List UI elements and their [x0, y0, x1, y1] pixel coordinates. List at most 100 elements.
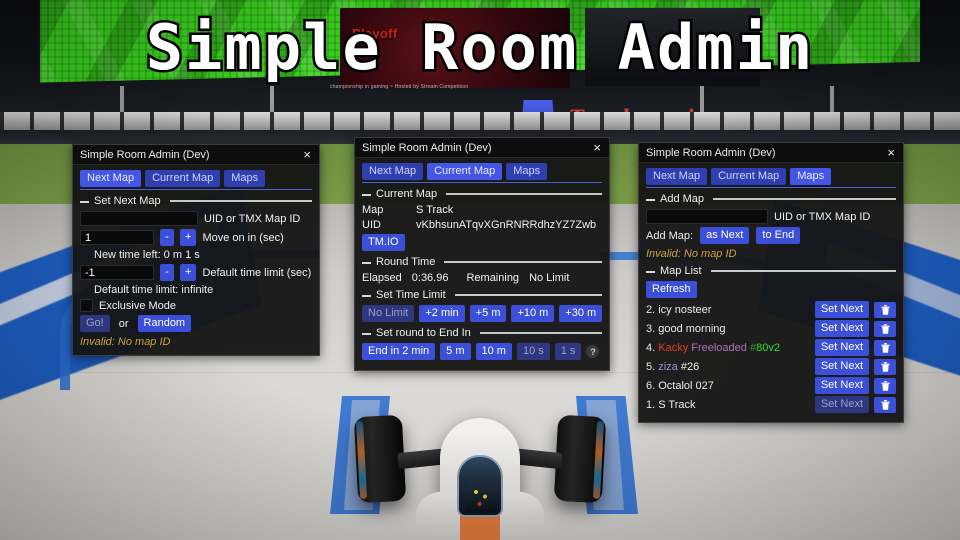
end-in-10m-button[interactable]: 10 m — [475, 343, 512, 360]
time-limit-plus5-button[interactable]: +5 m — [469, 305, 507, 322]
tmio-button[interactable]: TM.IO — [362, 234, 405, 251]
close-icon[interactable]: × — [301, 148, 313, 161]
section-map-list[interactable]: Map List — [646, 265, 896, 277]
window-next-map[interactable]: Simple Room Admin (Dev) × Next Map Curre… — [72, 144, 320, 356]
uid-input[interactable] — [646, 209, 768, 224]
window-maps[interactable]: Simple Room Admin (Dev) × Next Map Curre… — [638, 142, 904, 423]
end-in-5m-button[interactable]: 5 m — [440, 343, 471, 360]
add-map-row: Add Map: as Next to End — [646, 227, 896, 244]
time-limit-plus10-button[interactable]: +10 m — [511, 305, 555, 322]
close-icon[interactable]: × — [591, 141, 603, 154]
collapse-icon[interactable] — [362, 261, 371, 264]
exclusive-mode-checkbox[interactable] — [80, 299, 93, 312]
collapse-icon[interactable] — [362, 193, 371, 196]
collapse-icon[interactable] — [362, 294, 371, 297]
section-add-map[interactable]: Add Map — [646, 193, 896, 205]
refresh-button[interactable]: Refresh — [646, 281, 697, 298]
move-on-label: Move on in (sec) — [202, 231, 284, 244]
trash-icon[interactable] — [874, 377, 896, 394]
collapse-icon[interactable] — [362, 332, 371, 335]
window-titlebar[interactable]: Simple Room Admin (Dev) × — [73, 145, 319, 165]
trash-icon[interactable] — [874, 396, 896, 413]
time-limit-plus30-button[interactable]: +30 m — [559, 305, 603, 322]
map-name-part: ziza — [658, 360, 681, 373]
section-current-map[interactable]: Current Map — [362, 188, 602, 200]
set-next-button[interactable]: Set Next — [814, 320, 869, 337]
window-current-map[interactable]: Simple Room Admin (Dev) × Next Map Curre… — [354, 137, 610, 371]
set-next-button[interactable]: Set Next — [814, 358, 869, 375]
uid-input[interactable] — [80, 211, 198, 226]
collapse-icon[interactable] — [80, 200, 89, 203]
close-icon[interactable]: × — [885, 146, 897, 159]
section-label: Current Map — [376, 188, 438, 200]
tab-current-map[interactable]: Current Map — [145, 170, 221, 187]
window-title-text: Simple Room Admin (Dev) — [362, 141, 492, 154]
tab-current-map[interactable]: Current Map — [711, 168, 787, 185]
section-set-round-end[interactable]: Set round to End In — [362, 327, 602, 339]
window-titlebar[interactable]: Simple Room Admin (Dev) × — [355, 138, 609, 158]
map-list: 2. icy nosteer Set Next 3. good morning Set… — [646, 301, 896, 413]
help-icon[interactable]: ? — [586, 345, 600, 358]
end-in-2min-button[interactable]: End in 2 min — [362, 343, 436, 360]
set-next-button[interactable]: Set Next — [814, 396, 869, 413]
section-set-time-limit[interactable]: Set Time Limit — [362, 289, 602, 301]
section-rule — [444, 261, 602, 263]
tab-next-map[interactable]: Next Map — [80, 170, 142, 187]
window-title-text: Simple Room Admin (Dev) — [80, 148, 210, 161]
tab-next-map[interactable]: Next Map — [362, 163, 424, 180]
trash-icon[interactable] — [874, 358, 896, 375]
go-row: Go! or Random — [80, 315, 312, 332]
section-rule — [710, 270, 896, 272]
trash-icon[interactable] — [874, 320, 896, 337]
exclusive-mode-row[interactable]: Exclusive Mode — [80, 299, 312, 312]
end-in-1s-button[interactable]: 1 s — [554, 343, 582, 360]
add-to-end-button[interactable]: to End — [756, 227, 801, 244]
jumbotron-dark-screen — [585, 8, 760, 86]
tab-bar: Next Map Current Map Maps — [362, 163, 602, 183]
random-button[interactable]: Random — [137, 315, 192, 332]
section-rule — [446, 193, 602, 195]
add-as-next-button[interactable]: as Next — [700, 227, 750, 244]
tab-maps[interactable]: Maps — [506, 163, 548, 180]
time-limit-button-row: No Limit +2 min +5 m +10 m +30 m — [362, 305, 603, 322]
map-name-part: icy nosteer — [658, 303, 712, 316]
uid-input-label: UID or TMX Map ID — [774, 210, 871, 223]
collapse-icon[interactable] — [646, 270, 655, 273]
map-index: 6. — [646, 379, 659, 392]
set-next-button[interactable]: Set Next — [814, 301, 869, 318]
section-label: Map List — [660, 265, 702, 277]
default-limit-decrement-button[interactable]: - — [160, 264, 174, 281]
tab-next-map[interactable]: Next Map — [646, 168, 708, 185]
status-message: Invalid: No map ID — [646, 248, 737, 260]
window-titlebar[interactable]: Simple Room Admin (Dev) × — [639, 143, 903, 163]
set-next-button[interactable]: Set Next — [814, 377, 869, 394]
map-key: Map — [362, 204, 384, 216]
go-button[interactable]: Go! — [80, 315, 110, 332]
default-limit-input[interactable]: -1 — [80, 265, 154, 280]
move-on-decrement-button[interactable]: - — [160, 229, 174, 246]
collapse-icon[interactable] — [646, 198, 655, 201]
end-in-10s-button[interactable]: 10 s — [516, 343, 550, 360]
section-label: Set Next Map — [94, 195, 161, 207]
tab-maps[interactable]: Maps — [790, 168, 832, 185]
set-next-button[interactable]: Set Next — [814, 339, 869, 356]
section-set-next-map[interactable]: Set Next Map — [80, 195, 312, 207]
map-list-row: 6. Octalol 027 Set Next — [646, 377, 896, 394]
jumbotron-red-screen — [340, 8, 570, 88]
move-on-input[interactable]: 1 — [80, 230, 154, 245]
trash-icon[interactable] — [874, 339, 896, 356]
time-limit-no-limit-button[interactable]: No Limit — [362, 305, 415, 322]
uid-input-row: UID or TMX Map ID — [80, 211, 312, 226]
tab-current-map[interactable]: Current Map — [427, 163, 503, 180]
tab-maps[interactable]: Maps — [224, 170, 266, 187]
trash-icon[interactable] — [874, 301, 896, 318]
time-limit-plus2-button[interactable]: +2 min — [419, 305, 465, 322]
move-on-increment-button[interactable]: + — [180, 229, 197, 246]
section-round-time[interactable]: Round Time — [362, 256, 602, 268]
map-list-row: 2. icy nosteer Set Next — [646, 301, 896, 318]
elapsed-key: Elapsed — [362, 272, 402, 284]
default-limit-increment-button[interactable]: + — [180, 264, 197, 281]
end-in-button-row: End in 2 min 5 m 10 m 10 s 1 s ? — [362, 343, 602, 360]
uid-input-row: UID or TMX Map ID — [646, 209, 896, 224]
map-index: 5. — [646, 360, 659, 373]
